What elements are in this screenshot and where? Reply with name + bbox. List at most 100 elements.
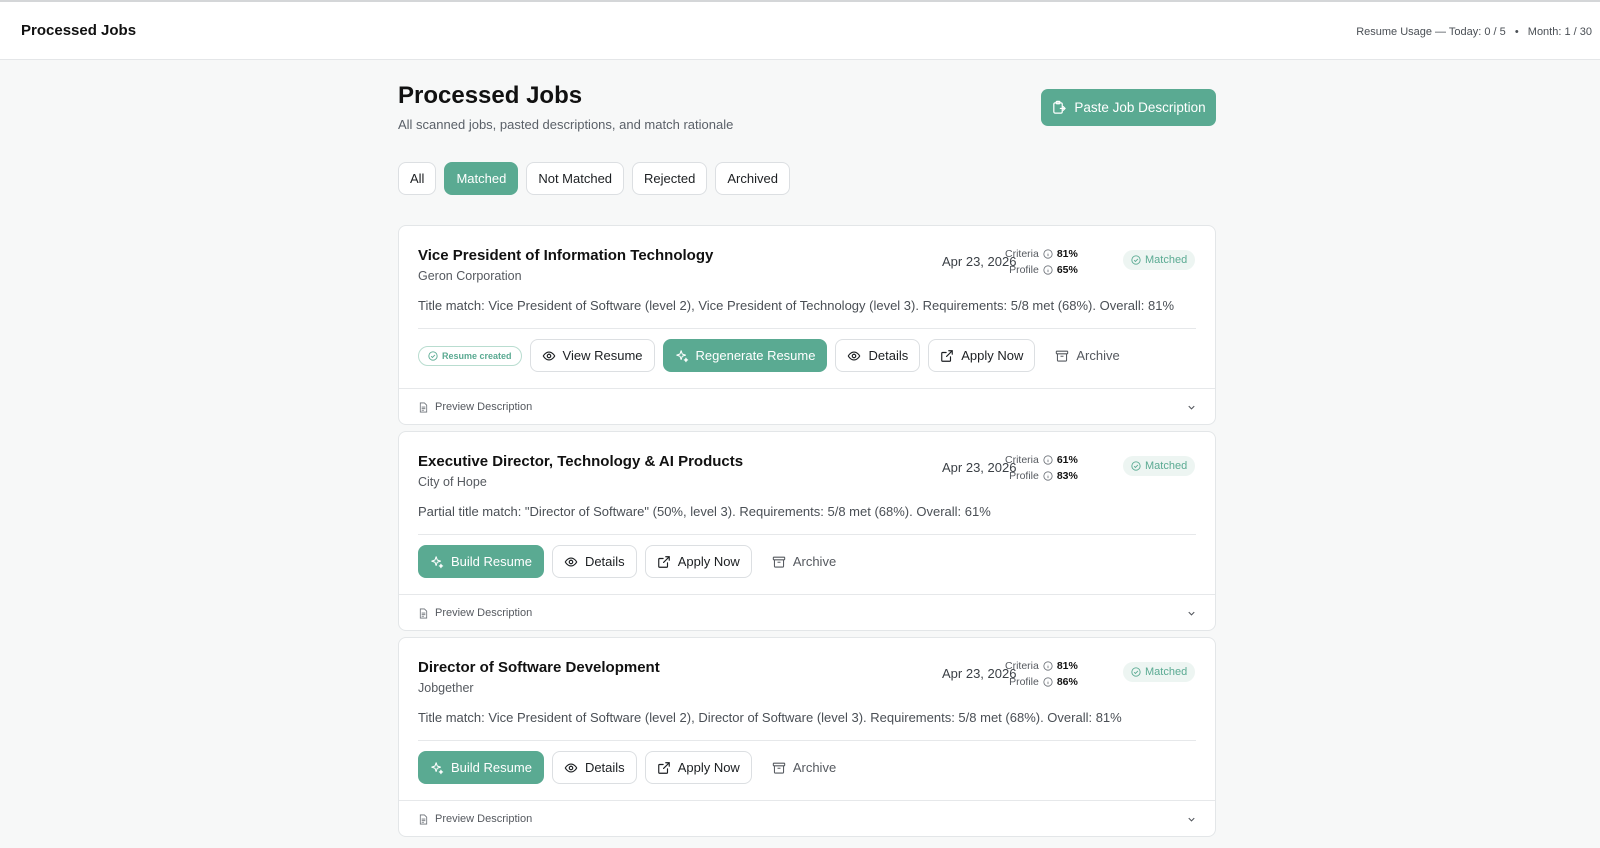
view-resume-button[interactable]: View Resume [529, 339, 655, 372]
build-resume-label: Build Resume [451, 760, 532, 775]
archive-icon [772, 762, 786, 774]
view-resume-label: View Resume [562, 348, 643, 363]
info-icon[interactable] [1043, 249, 1053, 259]
details-label: Details [584, 554, 625, 569]
details-button[interactable]: Details [835, 339, 921, 372]
profile-score: Profile 65% [1005, 262, 1081, 278]
details-label: Details [584, 760, 625, 775]
chevron-down-icon [1188, 611, 1195, 616]
match-scores: Criteria 81% Profile 65% [1005, 246, 1081, 278]
profile-label: Profile [1009, 470, 1039, 482]
archive-label: Archive [792, 554, 837, 569]
status-label: Matched [1145, 460, 1188, 472]
chevron-down-icon [1188, 405, 1195, 410]
info-icon[interactable] [1043, 265, 1053, 275]
apply-now-button[interactable]: Apply Now [644, 751, 752, 784]
archive-button[interactable]: Archive [760, 751, 848, 784]
criteria-value: 61% [1056, 454, 1078, 466]
external-link-icon [657, 555, 670, 568]
document-icon [419, 608, 428, 618]
apply-now-label: Apply Now [677, 554, 740, 569]
profile-score: Profile 86% [1005, 674, 1081, 690]
archive-icon [772, 556, 786, 568]
external-link-icon [941, 349, 954, 362]
criteria-label: Criteria [1005, 248, 1039, 260]
info-icon[interactable] [1043, 471, 1053, 481]
job-title: Executive Director, Technology & AI Prod… [418, 453, 744, 470]
match-rationale: Title match: Vice President of Software … [418, 710, 1122, 725]
usage-today: Today: 0 / 5 [1448, 26, 1506, 38]
filter-tabs: All Matched Not Matched Rejected Archive… [398, 162, 790, 195]
status-label: Matched [1145, 254, 1188, 266]
job-actions: Build Resume Details Apply Now Archive [418, 751, 848, 784]
sparkles-icon [675, 349, 688, 362]
preview-description-toggle[interactable]: Preview Description [399, 388, 1215, 424]
paste-job-description-button[interactable]: Paste Job Description [1041, 89, 1216, 126]
archive-label: Archive [792, 760, 837, 775]
resume-usage: Resume Usage — Today: 0 / 5 • Month: 1 /… [1356, 26, 1592, 38]
build-resume-label: Build Resume [451, 554, 532, 569]
preview-description-toggle[interactable]: Preview Description [399, 800, 1215, 836]
clipboard-icon [1053, 100, 1066, 114]
job-title: Vice President of Information Technology [418, 247, 714, 264]
preview-description: Preview Description [418, 607, 532, 619]
info-icon[interactable] [1043, 677, 1053, 687]
archive-button[interactable]: Archive [1043, 339, 1131, 372]
eye-icon [564, 762, 578, 773]
archive-icon [1056, 350, 1069, 362]
sparkles-icon [431, 761, 444, 774]
criteria-value: 81% [1056, 248, 1078, 260]
regenerate-resume-button[interactable]: Regenerate Resume [662, 339, 828, 372]
check-circle-icon [1131, 255, 1141, 265]
archive-button[interactable]: Archive [760, 545, 848, 578]
usage-label: Resume Usage — [1356, 26, 1447, 38]
apply-now-button[interactable]: Apply Now [644, 545, 752, 578]
sparkles-icon [431, 555, 444, 568]
details-button[interactable]: Details [551, 545, 637, 578]
job-title: Director of Software Development [418, 659, 660, 676]
filter-archived[interactable]: Archived [715, 162, 790, 195]
match-rationale: Partial title match: "Director of Softwa… [418, 504, 991, 519]
criteria-value: 81% [1056, 660, 1078, 672]
apply-now-button[interactable]: Apply Now [928, 339, 1036, 372]
criteria-label: Criteria [1005, 454, 1039, 466]
usage-month: Month: 1 / 30 [1527, 26, 1592, 38]
status-badge: Matched [1123, 250, 1196, 270]
job-actions: Build Resume Details Apply Now Archive [418, 545, 848, 578]
preview-description-label: Preview Description [435, 813, 533, 825]
filter-not-matched[interactable]: Not Matched [526, 162, 625, 195]
info-icon[interactable] [1043, 661, 1053, 671]
divider [418, 740, 1196, 741]
filter-all[interactable]: All [398, 162, 437, 195]
eye-icon [848, 350, 861, 361]
build-resume-button[interactable]: Build Resume [418, 545, 544, 578]
page-subtitle: All scanned jobs, pasted descriptions, a… [398, 117, 734, 132]
job-card: Vice President of Information Technology… [398, 225, 1216, 425]
details-button[interactable]: Details [551, 751, 637, 784]
match-rationale: Title match: Vice President of Software … [418, 298, 1175, 313]
criteria-score: Criteria 81% [1005, 246, 1081, 262]
info-icon[interactable] [1043, 455, 1053, 465]
job-company: City of Hope [418, 475, 487, 489]
criteria-score: Criteria 61% [1005, 452, 1081, 468]
apply-now-label: Apply Now [961, 348, 1024, 363]
top-bar: Processed Jobs Resume Usage — Today: 0 /… [0, 0, 1600, 60]
job-actions: Resume created View Resume Regenerate Re… [418, 339, 1132, 372]
profile-score: Profile 83% [1005, 468, 1081, 484]
profile-value: 86% [1056, 676, 1078, 688]
filter-matched[interactable]: Matched [444, 162, 519, 195]
archive-label: Archive [1076, 348, 1120, 363]
regenerate-resume-label: Regenerate Resume [695, 348, 816, 363]
build-resume-button[interactable]: Build Resume [418, 751, 544, 784]
details-label: Details [868, 348, 909, 363]
preview-description-toggle[interactable]: Preview Description [399, 594, 1215, 630]
page-title: Processed Jobs [398, 82, 583, 109]
preview-description: Preview Description [418, 401, 532, 413]
filter-rejected[interactable]: Rejected [632, 162, 708, 195]
resume-created-label: Resume created [442, 350, 512, 361]
resume-created-badge: Resume created [418, 345, 522, 366]
preview-description: Preview Description [418, 813, 532, 825]
external-link-icon [657, 761, 670, 774]
job-company: Geron Corporation [418, 269, 522, 283]
match-scores: Criteria 81% Profile 86% [1005, 658, 1081, 690]
